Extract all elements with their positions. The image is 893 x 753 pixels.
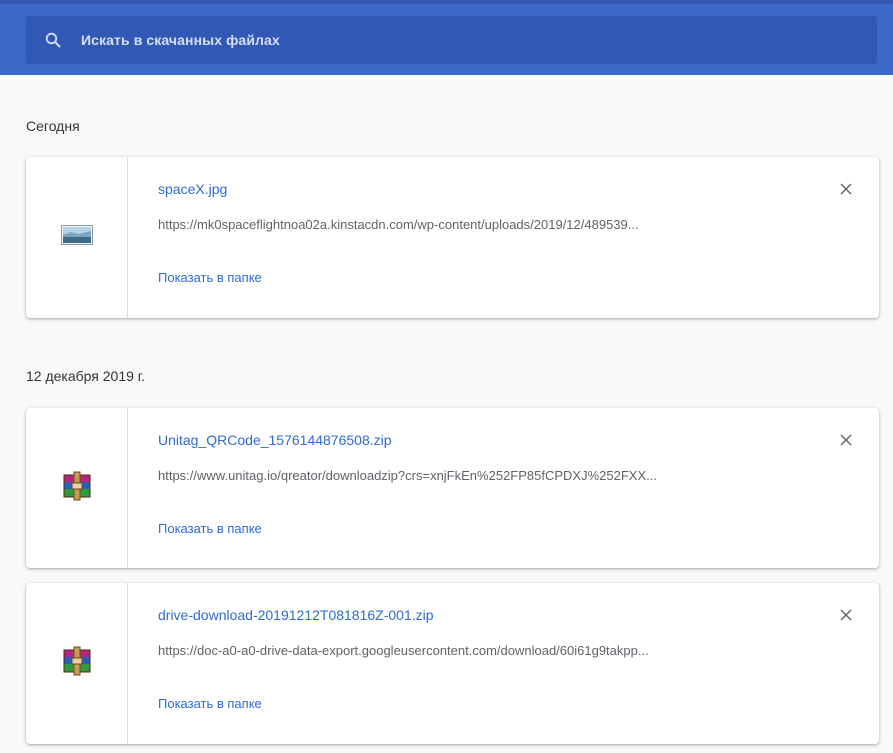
show-in-folder-link[interactable]: Показать в папке [158, 696, 262, 711]
file-icon-area [26, 408, 128, 568]
close-icon [840, 609, 852, 621]
close-icon [840, 434, 852, 446]
archive-file-icon [63, 471, 91, 506]
file-url: https://mk0spaceflightnoa02a.kinstacdn.c… [158, 217, 639, 232]
download-item: Unitag_QRCode_1576144876508.zip https://… [26, 408, 879, 568]
image-file-icon [60, 225, 93, 250]
downloads-page: Искать в скачанных файлах Сегодня spaceX… [0, 0, 893, 753]
date-header-today: Сегодня [26, 118, 80, 134]
remove-button[interactable] [838, 181, 854, 197]
date-header-dec-12: 12 декабря 2019 г. [26, 368, 146, 384]
download-item: drive-download-20191212T081816Z-001.zip … [26, 583, 879, 744]
toolbar: Искать в скачанных файлах [0, 0, 893, 75]
show-in-folder-link[interactable]: Показать в папке [158, 270, 262, 285]
close-icon [840, 183, 852, 195]
remove-button[interactable] [838, 607, 854, 623]
remove-button[interactable] [838, 432, 854, 448]
toolbar-top-line [0, 0, 893, 4]
file-name-link[interactable]: spaceX.jpg [158, 181, 227, 197]
search-input[interactable]: Искать в скачанных файлах [81, 32, 280, 48]
file-url: https://doc-a0-a0-drive-data-export.goog… [158, 643, 649, 658]
file-icon-area [26, 157, 128, 318]
file-url: https://www.unitag.io/qreator/downloadzi… [158, 468, 657, 483]
download-item: spaceX.jpg https://mk0spaceflightnoa02a.… [26, 157, 879, 318]
file-name-link[interactable]: drive-download-20191212T081816Z-001.zip [158, 607, 434, 623]
file-icon-area [26, 583, 128, 744]
search-icon [45, 32, 61, 48]
show-in-folder-link[interactable]: Показать в папке [158, 521, 262, 536]
archive-file-icon [63, 646, 91, 681]
search-box[interactable]: Искать в скачанных файлах [26, 16, 877, 64]
file-name-link[interactable]: Unitag_QRCode_1576144876508.zip [158, 432, 392, 448]
